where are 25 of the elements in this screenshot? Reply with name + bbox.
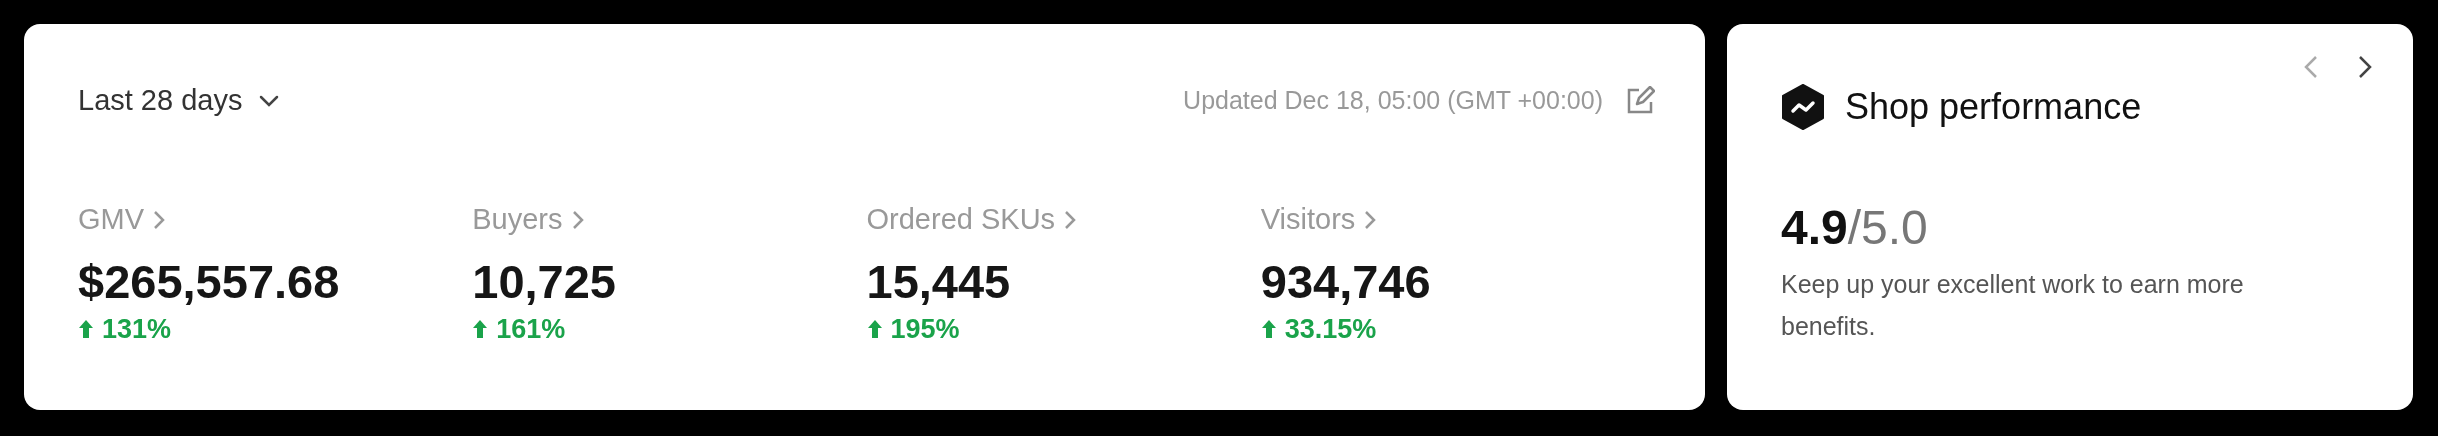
metric-value: 10,725 bbox=[472, 256, 617, 308]
metric-link[interactable]: Visitors bbox=[1260, 203, 1378, 236]
period-dropdown[interactable]: Last 28 days bbox=[78, 84, 281, 117]
chevron-right-icon bbox=[1363, 208, 1378, 231]
caret-icon bbox=[258, 93, 281, 108]
metric-change: 131% bbox=[102, 313, 172, 345]
metric-link[interactable]: Ordered SKUs bbox=[866, 203, 1078, 236]
card-title: Shop performance bbox=[1845, 86, 2142, 128]
metric-change: 195% bbox=[890, 313, 960, 345]
shop-score: 4.9/5.0 bbox=[1781, 200, 1929, 255]
metric-change: 161% bbox=[496, 313, 566, 345]
metric-link[interactable]: Buyers bbox=[472, 203, 585, 236]
metric-value: $265,557.68 bbox=[78, 256, 341, 308]
metric-value: 934,746 bbox=[1260, 256, 1432, 308]
chevron-right-icon bbox=[570, 208, 585, 231]
edit-icon[interactable] bbox=[1625, 85, 1655, 116]
score-description: Keep up your excellent work to earn more benefits. bbox=[1781, 269, 2245, 342]
chevron-right-icon bbox=[152, 208, 167, 231]
metric-change: 33.15% bbox=[1284, 313, 1377, 345]
chevron-right-icon bbox=[1063, 208, 1078, 231]
shop-performance-icon bbox=[1781, 84, 1825, 130]
metric-value: 15,445 bbox=[866, 256, 1012, 308]
metric-link[interactable]: GMV bbox=[78, 203, 167, 236]
next-button[interactable] bbox=[2357, 54, 2373, 80]
updated-time: Updated Dec 18, 05:00 (GMT +00:00) bbox=[1183, 86, 1603, 115]
